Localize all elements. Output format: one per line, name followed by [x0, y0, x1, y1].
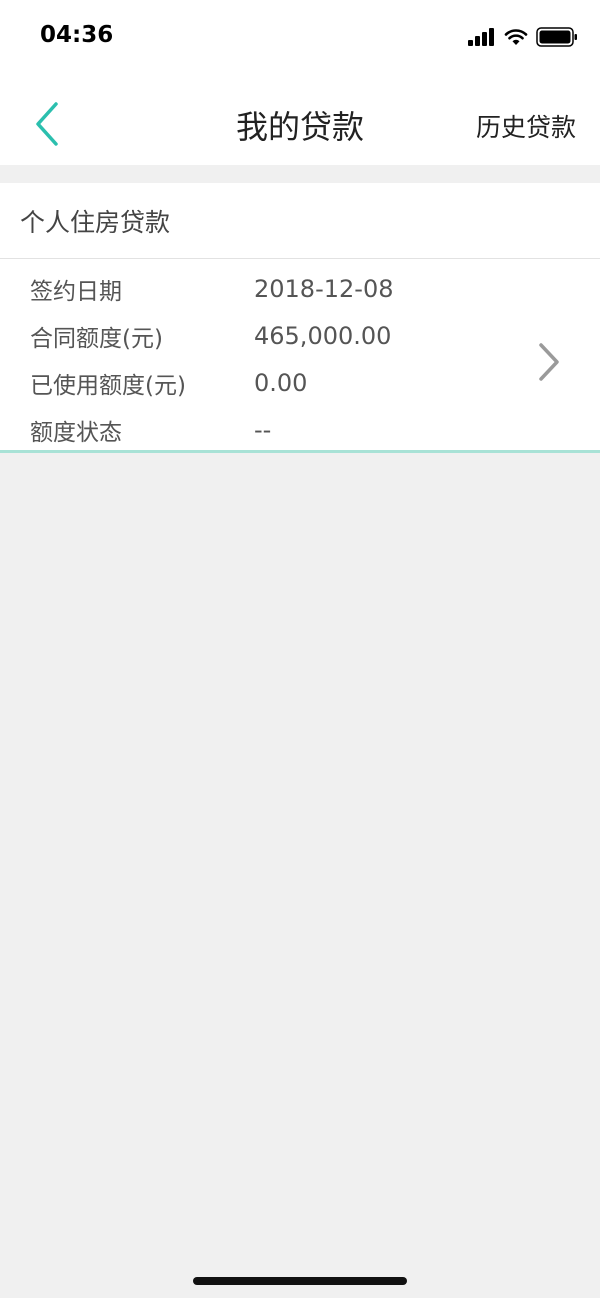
status-icons — [468, 26, 578, 48]
history-loans-button[interactable]: 历史贷款 — [476, 108, 576, 144]
loan-type-title: 个人住房贷款 — [0, 183, 600, 259]
status-bar: 04:36 — [0, 0, 600, 72]
sign-date-label: 签约日期 — [30, 279, 122, 305]
battery-icon — [536, 27, 577, 47]
chevron-right-icon[interactable] — [536, 341, 562, 383]
contract-amount-label: 合同额度(元) — [30, 326, 163, 352]
card-divider — [0, 450, 600, 453]
loan-card[interactable]: 个人住房贷款 签约日期 2018-12-08 合同额度(元) 465,000.0… — [0, 183, 600, 453]
wifi-icon — [504, 29, 528, 45]
home-indicator[interactable] — [193, 1277, 407, 1285]
quota-status-value: -- — [254, 416, 272, 444]
loan-screen: 04:36 我的贷款 历史贷款 个人住房贷款 签约日期 2018-12-08 合… — [0, 0, 600, 1298]
used-amount-value: 0.00 — [254, 369, 308, 397]
detail-row-used-amount: 已使用额度(元) 0.00 — [0, 366, 600, 400]
detail-row-contract-amount: 合同额度(元) 465,000.00 — [0, 319, 600, 353]
detail-row-sign-date: 签约日期 2018-12-08 — [0, 272, 600, 306]
signal-icon — [468, 28, 494, 46]
detail-row-quota-status: 额度状态 -- — [0, 413, 600, 447]
quota-status-label: 额度状态 — [30, 420, 122, 446]
sign-date-value: 2018-12-08 — [254, 275, 394, 303]
contract-amount-value: 465,000.00 — [254, 322, 392, 350]
status-time: 04:36 — [40, 22, 114, 48]
navigation-bar: 我的贷款 历史贷款 — [0, 72, 600, 165]
used-amount-label: 已使用额度(元) — [30, 373, 186, 399]
